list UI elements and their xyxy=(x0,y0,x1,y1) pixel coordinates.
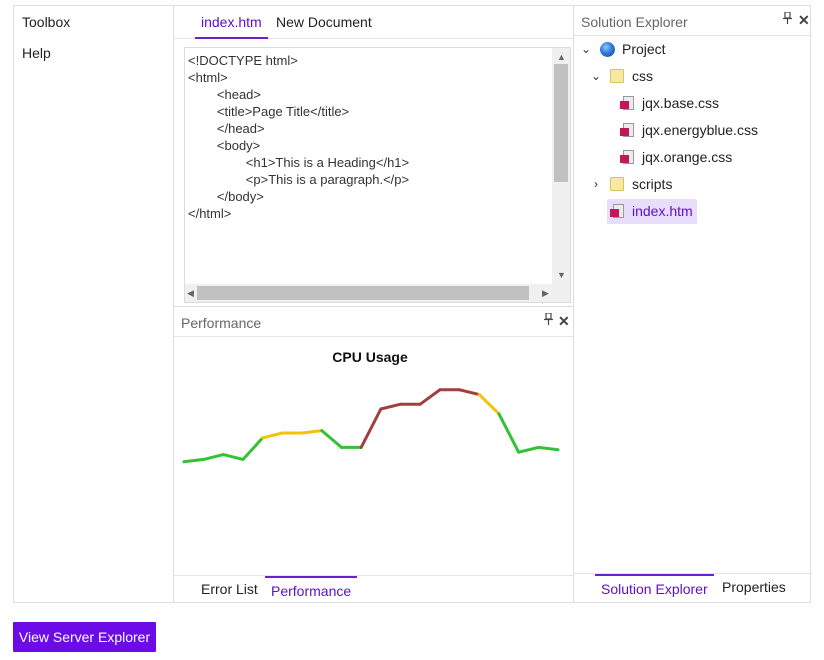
tree-item-label[interactable]: jqx.energyblue.css xyxy=(642,119,758,141)
folder-icon xyxy=(610,177,624,191)
chevron-down-icon[interactable]: ⌄ xyxy=(580,38,592,60)
docking-layout: Toolbox Help index.htm New Document <!DO… xyxy=(13,5,812,603)
performance-panel: Performance ✕ CPU Usage Error List Perfo… xyxy=(174,306,573,604)
globe-icon xyxy=(600,42,615,57)
horizontal-scroll-thumb[interactable] xyxy=(197,286,529,300)
cpu-line-segment xyxy=(359,407,383,449)
scroll-up-icon[interactable]: ▲ xyxy=(557,52,566,62)
scroll-corner xyxy=(552,284,570,302)
css-file-icon xyxy=(620,150,635,165)
performance-bottom-tabs: Error List Performance xyxy=(174,575,573,604)
css-file-icon xyxy=(620,123,635,138)
document-panel: index.htm New Document <!DOCTYPE html> <… xyxy=(174,6,574,602)
cpu-line-segment xyxy=(418,388,442,406)
scroll-left-icon[interactable]: ◀ xyxy=(187,288,194,298)
tab-index-htm[interactable]: index.htm xyxy=(195,14,268,39)
chart-series xyxy=(182,388,560,464)
tab-properties[interactable]: Properties xyxy=(716,574,792,601)
tree-item-label[interactable]: index.htm xyxy=(632,200,693,222)
cpu-line-segment xyxy=(241,436,265,461)
left-panel: Toolbox Help xyxy=(14,6,174,602)
tree-item-label[interactable]: css xyxy=(632,65,653,87)
pin-icon[interactable] xyxy=(783,11,792,27)
solution-explorer-header: Solution Explorer ✕ xyxy=(574,6,812,36)
performance-header: Performance ✕ xyxy=(174,307,573,337)
close-icon[interactable]: ✕ xyxy=(798,12,810,29)
tree-item-css-folder[interactable]: ⌄ css xyxy=(590,65,790,87)
cpu-line-segment xyxy=(221,453,245,461)
horizontal-scrollbar[interactable]: ◀ ▶ xyxy=(185,284,553,302)
tree-item-file[interactable]: jqx.orange.css xyxy=(620,146,800,168)
view-server-explorer-button[interactable]: View Server Explorer xyxy=(13,622,156,652)
document-tabs: index.htm New Document xyxy=(174,6,573,39)
cpu-line-segment xyxy=(379,402,403,411)
chevron-down-icon[interactable]: ⌄ xyxy=(590,65,602,87)
tree-item-label[interactable]: scripts xyxy=(632,173,672,195)
performance-title: Performance xyxy=(181,315,262,331)
tree-item-project[interactable]: ⌄ Project xyxy=(580,38,780,60)
cpu-line-segment xyxy=(182,457,206,464)
tab-error-list[interactable]: Error List xyxy=(195,576,264,603)
tree-item-label[interactable]: jqx.orange.css xyxy=(642,146,732,168)
chevron-right-icon[interactable]: › xyxy=(590,173,602,195)
cpu-line-segment xyxy=(202,453,225,461)
html-file-icon xyxy=(610,204,625,219)
chart-title: CPU Usage xyxy=(332,349,408,365)
folder-icon xyxy=(610,69,624,83)
solution-bottom-tabs: Solution Explorer Properties xyxy=(574,573,812,602)
cpu-line-segment xyxy=(477,393,501,416)
help-item[interactable]: Help xyxy=(22,45,51,61)
cpu-line-segment xyxy=(497,412,521,454)
cpu-line-segment xyxy=(320,429,343,449)
cpu-usage-chart: CPU Usage xyxy=(182,349,560,464)
cpu-line-segment xyxy=(300,429,324,435)
code-editor[interactable]: <!DOCTYPE html> <html> <head> <title>Pag… xyxy=(184,47,571,303)
tree-item-file[interactable]: jqx.base.css xyxy=(620,92,800,114)
solution-explorer-title: Solution Explorer xyxy=(581,14,688,30)
tree-item-label[interactable]: jqx.base.css xyxy=(642,92,719,114)
tree-item-file[interactable]: jqx.energyblue.css xyxy=(620,119,800,141)
tree-item-scripts-folder[interactable]: › scripts xyxy=(590,173,790,195)
tree-item-label[interactable]: Project xyxy=(622,38,666,60)
scroll-right-icon[interactable]: ▶ xyxy=(542,288,549,298)
tree-item-index-htm[interactable]: index.htm xyxy=(610,200,730,222)
cpu-line-segment xyxy=(517,445,540,454)
css-file-icon xyxy=(620,96,635,111)
scroll-down-icon[interactable]: ▼ xyxy=(557,270,566,280)
tab-performance[interactable]: Performance xyxy=(265,576,358,605)
cpu-line-segment xyxy=(536,445,560,452)
code-text[interactable]: <!DOCTYPE html> <html> <head> <title>Pag… xyxy=(188,52,409,222)
solution-explorer-panel: Solution Explorer ✕ ⌄ Project ⌄ css jqx.… xyxy=(574,6,812,602)
pin-icon[interactable] xyxy=(544,312,553,328)
cpu-line-segment xyxy=(261,431,284,440)
vertical-scroll-thumb[interactable] xyxy=(554,64,568,182)
cpu-line-segment xyxy=(458,388,481,397)
close-icon[interactable]: ✕ xyxy=(558,313,570,330)
tab-new-document[interactable]: New Document xyxy=(270,14,378,37)
vertical-scrollbar[interactable]: ▲ ▼ xyxy=(552,48,570,285)
tab-solution-explorer[interactable]: Solution Explorer xyxy=(595,574,714,603)
toolbox-item[interactable]: Toolbox xyxy=(22,14,70,30)
